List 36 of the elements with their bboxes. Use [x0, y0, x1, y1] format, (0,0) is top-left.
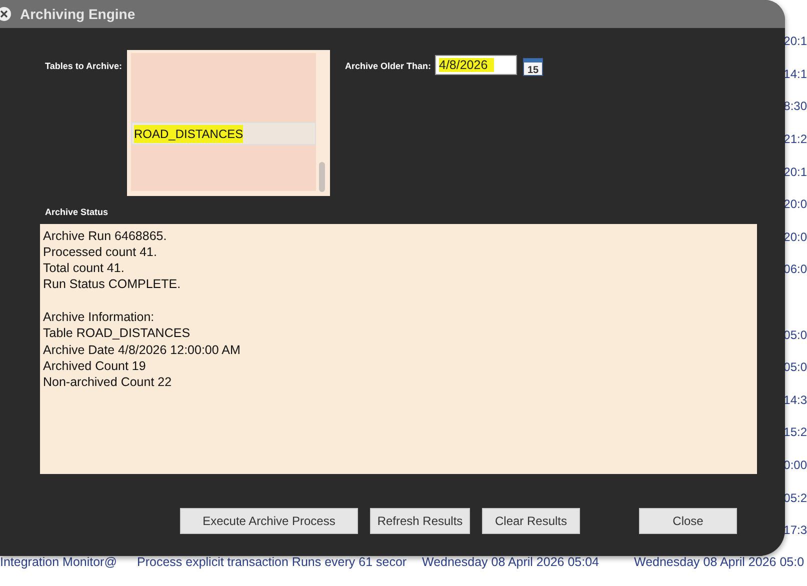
dialog-button[interactable]: Execute Archive Process	[180, 508, 358, 534]
table-cell-text: 14:3	[784, 392, 807, 409]
field-label: Archive Older Than:	[345, 60, 432, 73]
list-item[interactable]: ROAD_DISTANCES	[131, 122, 316, 145]
table-cell-text: Wednesday 08 April 2026 05:0	[634, 554, 804, 572]
scrollbar-thumb[interactable]	[319, 162, 325, 192]
window-title: Archiving Engine	[20, 4, 136, 24]
table-cell-text: 20:0	[784, 196, 807, 214]
table-cell-text: Wednesday 08 April 2026 05:04	[422, 554, 599, 572]
status-text-area[interactable]: Archive Run 6468865. Processed count 41. Total count 41. Run Status COMPLETE. Archive Information: Table ROAD_DISTANCES Archive Date 4/8/2026 12:00:00 AM Archived Count 19 Non-archived Count 22	[40, 224, 757, 474]
table-list[interactable]: ROAD_DISTANCES	[127, 50, 330, 196]
table-cell-text: 20:1	[784, 164, 807, 181]
table-cell-text: 14:1	[784, 66, 807, 83]
field-label: Tables to Archive:	[45, 60, 123, 73]
status-line: Archived Count 19	[43, 358, 147, 374]
status-line: Non-archived Count 22	[43, 374, 173, 390]
table-cell-text: 15:2	[784, 424, 807, 442]
status-line: Archive Information:	[43, 308, 156, 326]
status-line: Processed count 41.	[43, 244, 158, 260]
table-cell-text: 21:2	[784, 131, 807, 148]
dialog-button[interactable]: Close	[639, 508, 737, 534]
status-line: Table ROAD_DISTANCES	[43, 325, 192, 342]
status-line: Total count 41.	[43, 260, 126, 276]
dialog-button[interactable]: Clear Results	[482, 508, 580, 534]
dialog-button[interactable]: Refresh Results	[370, 508, 470, 534]
table-cell-text: Integration Monitor@	[0, 554, 117, 572]
date-field[interactable]: 4/8/2026	[435, 55, 517, 75]
calendar-icon[interactable]: 15	[523, 56, 543, 76]
status-line: Archive Run 6468865.	[43, 228, 168, 244]
section-label: Archive Status	[45, 206, 110, 219]
close-icon[interactable]	[0, 7, 12, 21]
status-line: Archive Date 4/8/2026 12:00:00 AM	[43, 342, 242, 358]
status-line: Run Status COMPLETE.	[43, 276, 182, 293]
table-cell-text: 20:0	[784, 228, 807, 246]
table-cell-text: 20:1	[784, 33, 807, 50]
table-cell-text: Process explicit transaction Runs every 61 secor	[137, 554, 407, 572]
